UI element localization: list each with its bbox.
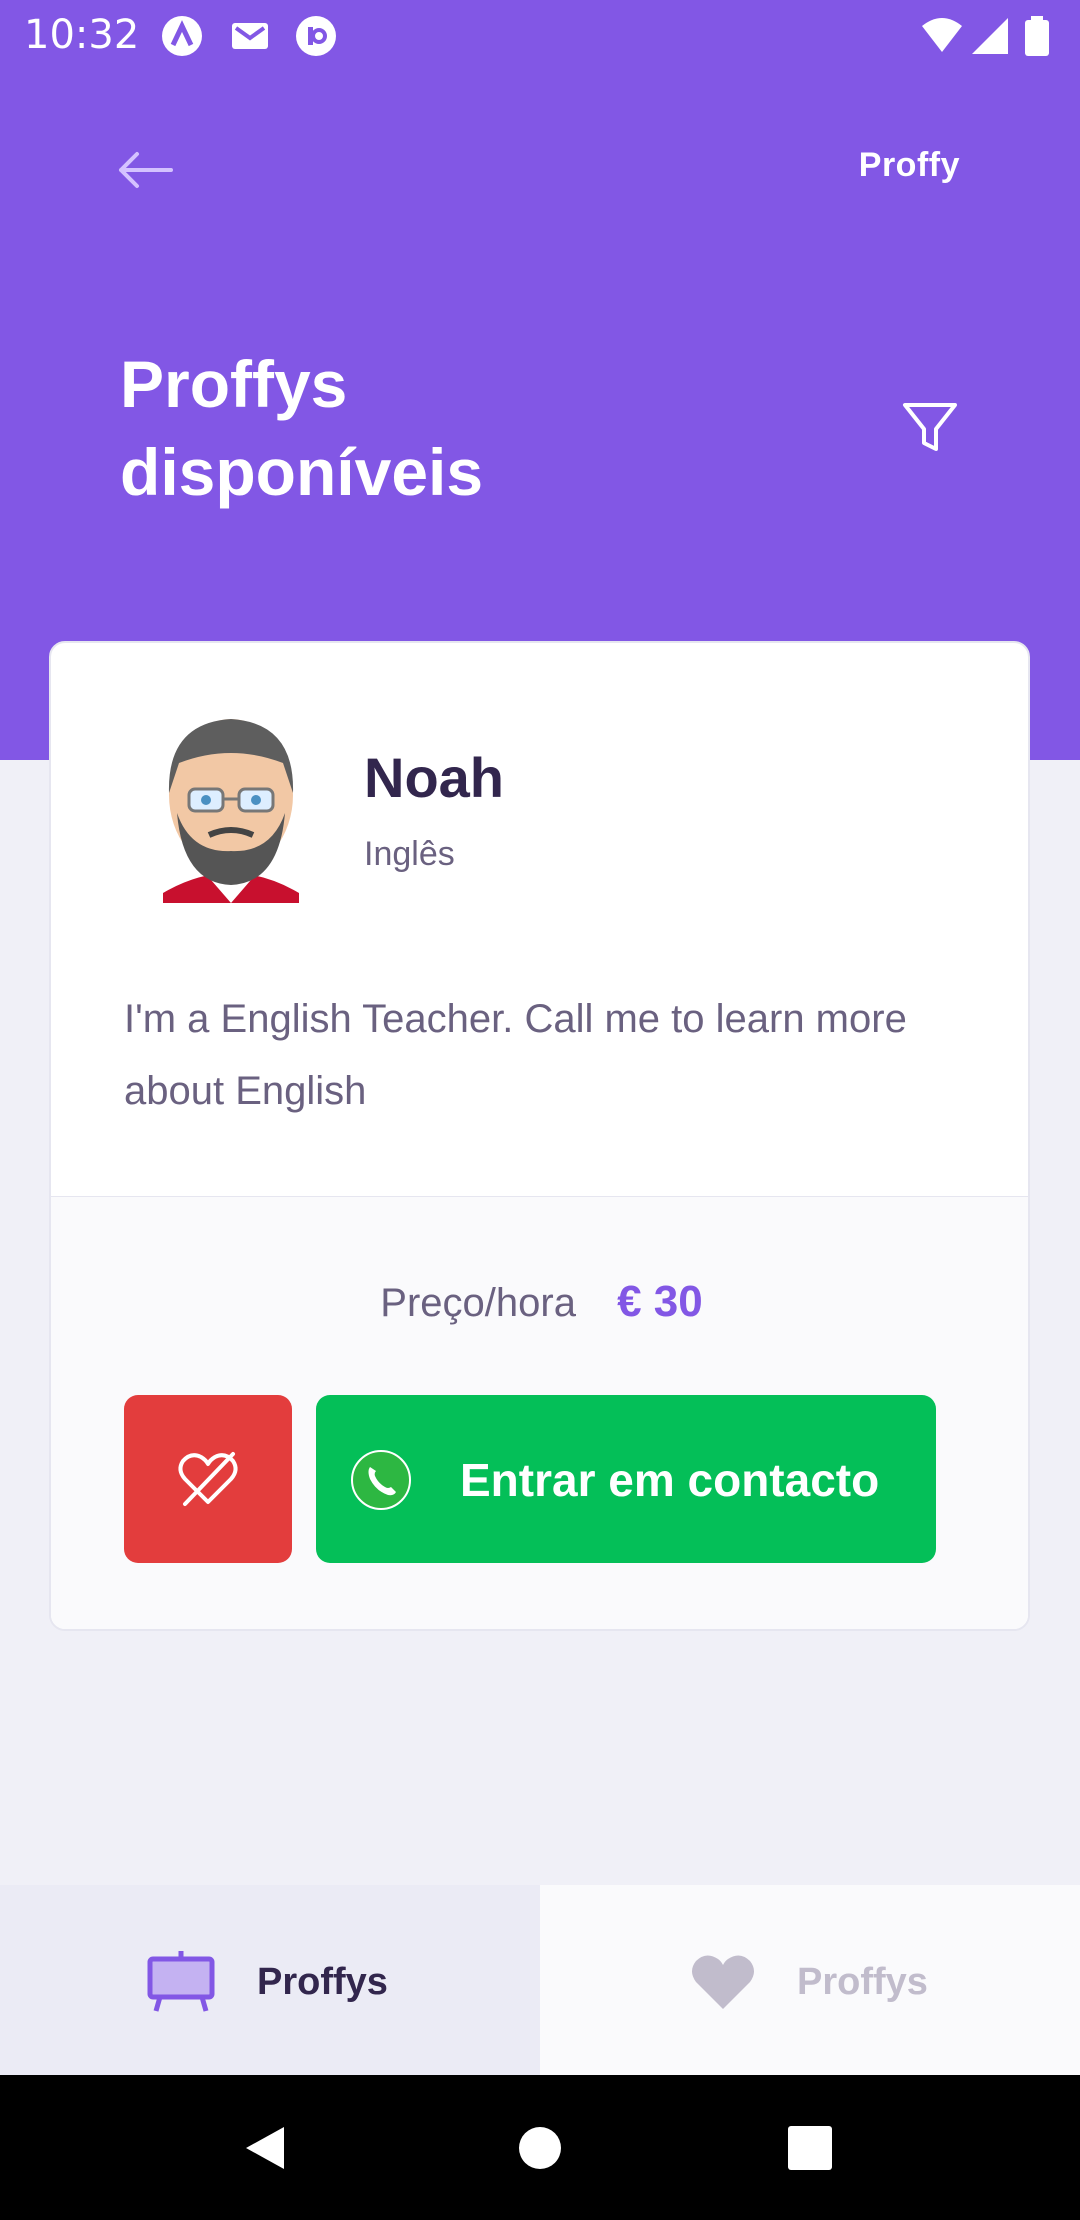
a-logo-icon (162, 16, 202, 56)
bottom-tab-bar: Proffys Proffys (0, 1885, 1080, 2075)
tab-favorites[interactable]: Proffys (540, 1885, 1080, 2075)
easel-icon (147, 1951, 215, 2012)
contact-label: Entrar em contacto (460, 1454, 880, 1506)
tab-proffys-label: Proffys (257, 1961, 388, 2003)
back-triangle-icon[interactable] (240, 2123, 290, 2173)
home-circle-icon[interactable] (515, 2123, 565, 2173)
tab-favorites-label: Proffys (797, 1961, 928, 2003)
page-title: Proffys disponíveis (120, 340, 680, 516)
filter-icon (903, 403, 957, 451)
filter-button[interactable] (895, 392, 965, 462)
status-time: 10:32 (24, 12, 140, 58)
teacher-bio: I'm a English Teacher. Call me to learn … (124, 997, 907, 1113)
arrow-left-icon (119, 152, 173, 188)
unfavorite-button[interactable] (124, 1395, 292, 1563)
whatsapp-icon (351, 1450, 411, 1510)
signal-icon (972, 18, 1008, 54)
back-button[interactable] (110, 140, 180, 200)
card-footer: Preço/hora € 30 Entrar em contacto (51, 1196, 1028, 1629)
heart-icon (692, 1955, 754, 2009)
teacher-subject: Inglês (364, 835, 455, 873)
recents-square-icon[interactable] (785, 2123, 835, 2173)
contact-button[interactable]: Entrar em contacto (316, 1395, 936, 1563)
brand-logo: Proffy (858, 146, 960, 184)
battery-icon (1025, 16, 1049, 56)
teacher-name: Noah (364, 746, 504, 809)
teacher-avatar (163, 719, 299, 903)
system-nav-bar (0, 2075, 1080, 2220)
tab-proffys[interactable]: Proffys (0, 1885, 540, 2075)
page-title-line1: Proffys (120, 347, 348, 421)
page-title-line2: disponíveis (120, 435, 484, 509)
price-label: Preço/hora (380, 1281, 576, 1325)
status-bar: 10:32 (0, 0, 1080, 72)
wifi-icon (922, 18, 962, 52)
mail-icon (232, 23, 268, 49)
notification-icon (296, 16, 336, 56)
heart-off-icon (178, 1452, 238, 1506)
price-value: € 30 (617, 1277, 703, 1326)
teacher-card: Noah Inglês I'm a English Teacher. Call … (49, 641, 1030, 1631)
price-row: Preço/hora € 30 (51, 1277, 1028, 1327)
